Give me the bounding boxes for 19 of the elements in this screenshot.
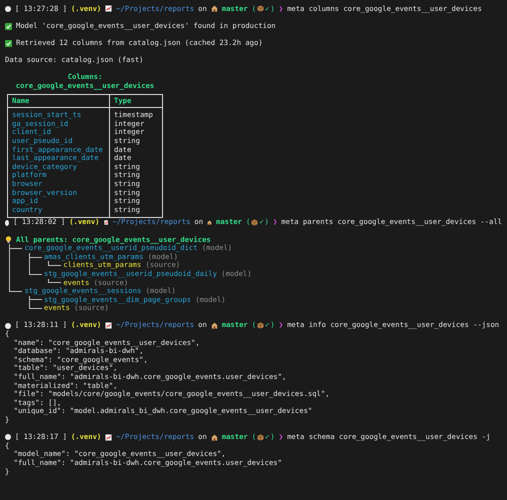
package-icon (257, 5, 264, 12)
checkbox-icon (5, 40, 12, 47)
circle-icon (5, 6, 11, 12)
circle-icon (5, 434, 11, 440)
circle-icon (5, 220, 10, 226)
circle-icon (5, 322, 11, 329)
package-icon (257, 322, 264, 330)
package-icon (251, 219, 258, 226)
chart-icon (104, 219, 108, 226)
chart-icon (105, 5, 112, 12)
package-icon (257, 434, 264, 441)
house-icon (210, 5, 218, 12)
chart-icon (105, 322, 112, 330)
house-icon (210, 322, 218, 330)
light-bulb-icon (5, 236, 12, 244)
house-icon (207, 219, 212, 226)
house-icon (210, 434, 218, 441)
checkbox-icon (5, 22, 12, 30)
chart-icon (105, 434, 112, 441)
